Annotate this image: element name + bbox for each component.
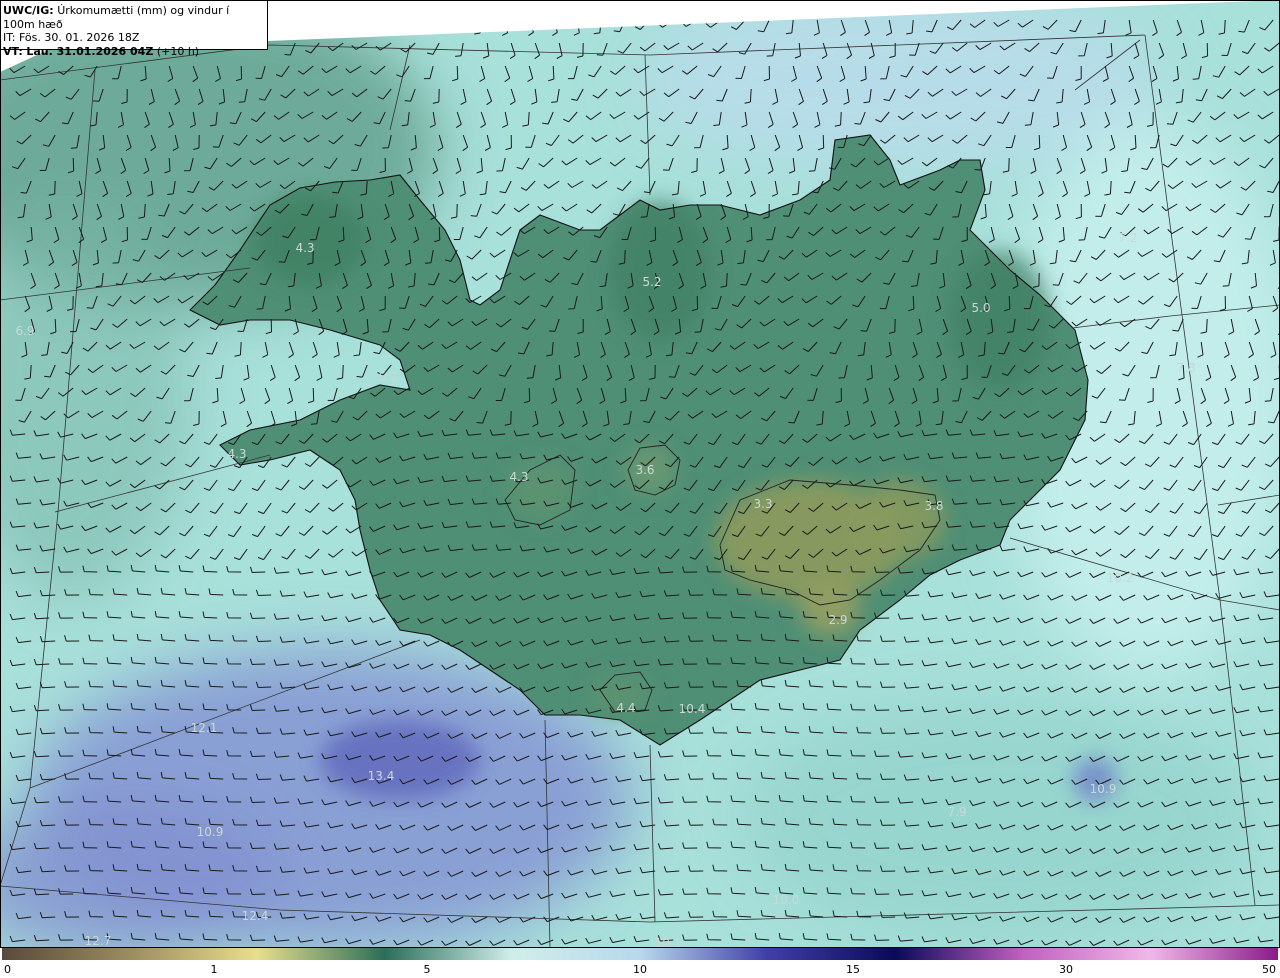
precip-value-label: 3.6 bbox=[635, 463, 654, 477]
precip-value-label: 5.2 bbox=[378, 370, 397, 384]
precip-value-label: 4.3 bbox=[227, 447, 246, 461]
precip-value-label: 10.4 bbox=[679, 702, 706, 716]
precip-value-label: 5.2 bbox=[642, 275, 661, 289]
precip-value-label: 3.8 bbox=[924, 499, 943, 513]
vt-line: VT: Lau. 31.01.2026 04Z (+10 h) bbox=[3, 45, 264, 59]
colorbar-tick-label: 15 bbox=[846, 963, 860, 976]
precip-value-label: 4.3 bbox=[295, 241, 314, 255]
precip-value-label: 7.9 bbox=[947, 805, 966, 819]
precip-value-label: 12.4 bbox=[242, 909, 269, 923]
precipitation-map: 4.3 5.2 5.0 6.9 5.2 7.8 4.3 4.3 3.6 3.3 3.8 10.2 2.9… bbox=[0, 0, 1280, 948]
colorbar-tick-label: 10 bbox=[633, 963, 647, 976]
precip-value-label: 6.9 bbox=[15, 324, 34, 338]
colorbar-tick-label: 5 bbox=[423, 963, 431, 976]
precip-value-label: 10.2 bbox=[1107, 571, 1134, 585]
it-line: IT: Fös. 30. 01. 2026 18Z bbox=[3, 31, 140, 44]
model-prefix: UWC/IG: bbox=[3, 4, 54, 17]
precip-value-label: 13.4 bbox=[368, 769, 395, 783]
precip-value-label: 3.3 bbox=[753, 497, 772, 511]
vt-prefix: VT: bbox=[3, 44, 23, 58]
colorbar-tick-label: 50 bbox=[1262, 963, 1276, 976]
precip-value-label: 10.9 bbox=[197, 825, 224, 839]
precip-value-label: 12.1 bbox=[191, 721, 218, 735]
precip-value-label: 2.9 bbox=[828, 613, 847, 627]
precip-value-label: 10.1 bbox=[655, 936, 682, 948]
precip-value-label: 7.2 bbox=[1118, 231, 1137, 245]
precip-value-label: 4.4 bbox=[616, 701, 635, 715]
map-info-box: UWC/IG: Úrkomumætti (mm) og vindur í 100… bbox=[0, 0, 268, 58]
lead-time: (+10 h) bbox=[156, 44, 200, 58]
colorbar: 0 1 5 10 15 30 50 bbox=[0, 948, 1280, 978]
precip-value-label: 7.8 bbox=[1176, 361, 1195, 375]
precip-value-label: 10.0 bbox=[773, 893, 800, 907]
precip-value-label: 10.9 bbox=[1090, 782, 1117, 796]
colorbar-tick-label: 0 bbox=[4, 963, 11, 976]
precip-value-label: 4.3 bbox=[509, 470, 528, 484]
colorbar-ramp bbox=[2, 948, 1278, 960]
vt-time: Lau. 31.01.2026 04Z bbox=[26, 44, 154, 58]
precip-value-label: 12.7 bbox=[85, 934, 112, 948]
title-line: UWC/IG: Úrkomumætti (mm) og vindur í 100… bbox=[3, 4, 264, 31]
precip-value-label: 5.0 bbox=[971, 301, 990, 315]
colorbar-tick-label: 1 bbox=[210, 963, 218, 976]
colorbar-tick-label: 30 bbox=[1059, 963, 1073, 976]
